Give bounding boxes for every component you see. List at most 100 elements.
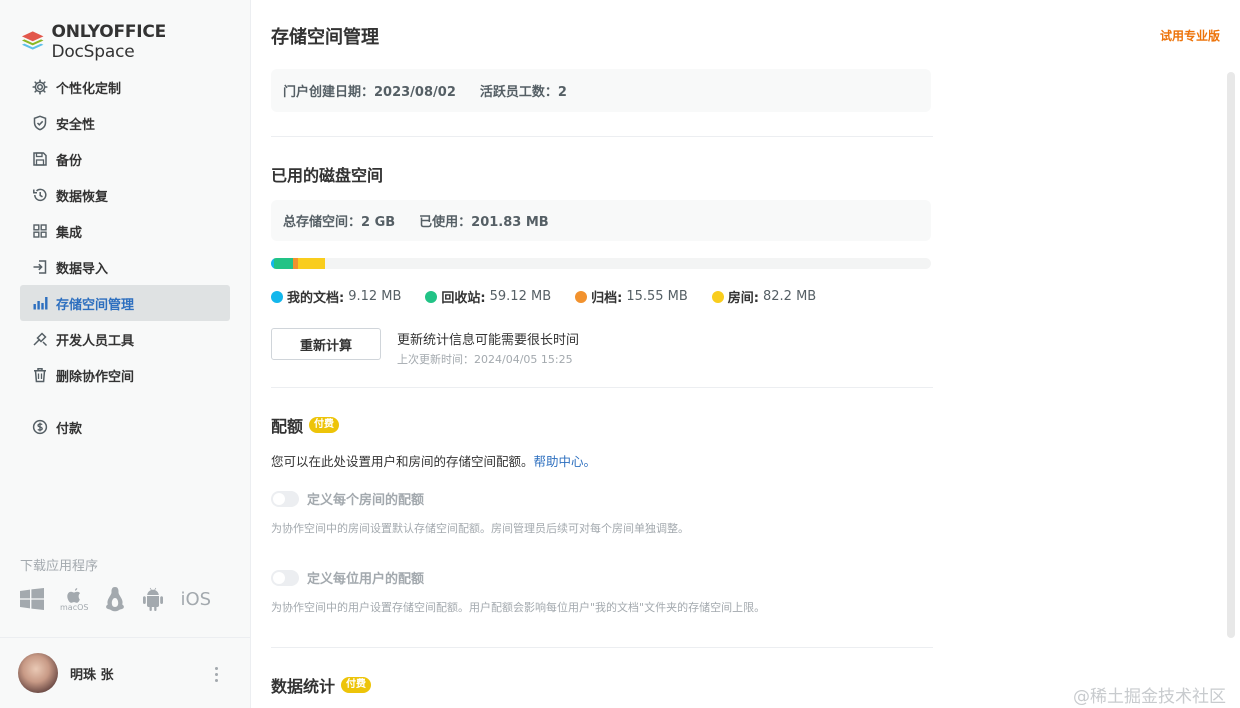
quota-title: 配额 付费 [271,413,340,437]
ios-label: iOS [180,588,212,610]
dollar-icon [31,418,49,436]
developer-tools-icon [31,330,49,348]
more-options-icon[interactable] [212,665,220,685]
ios-icon[interactable]: iOS [180,589,211,610]
room-quota-setting: 定义每个房间的配额 [271,489,424,508]
divider [271,647,933,648]
statistics-title: 数据统计 付费 [271,673,372,697]
user-quota-label: 定义每位用户的配额 [307,572,425,587]
sidebar-item-payments[interactable]: 付款 [20,409,230,445]
settings-nav: 个性化定制 安全性 备份 数据恢复 集成 数据导入 存储空间管理 开发人员工具 … [20,69,230,445]
legend-dot [711,290,724,303]
total-storage: 总存储空间：2 GB [283,215,396,230]
disk-usage-title: 已用的磁盘空间 [271,166,384,185]
sidebar-item-label: 数据导入 [56,261,109,277]
paid-badge: 付费 [309,417,340,433]
quota-description: 您可以在此处设置用户和房间的存储空间配额。帮助中心。 [271,454,597,469]
sidebar-item-label: 个性化定制 [56,81,122,97]
user-name: 明珠 张 [70,667,114,683]
sidebar-item-integration[interactable]: 集成 [20,213,230,249]
sidebar-item-security[interactable]: 安全性 [20,105,230,141]
recalc-note: 更新统计信息可能需要很长时间 [397,333,580,348]
legend-value: 82.2 MB [763,289,817,304]
import-icon [31,258,49,276]
storage-legend: 我的文档: 9.12 MB 回收站: 59.12 MB 归档: 15.55 MB 房间: 82… [271,287,840,306]
sidebar-item-label: 备份 [56,153,83,169]
user-quota-toggle[interactable] [271,569,299,586]
usage-segment [274,258,294,269]
user-quota-description: 为协作空间中的用户设置存储空间配额。用户配额会影响每位用户"我的文档"文件夹的存… [271,601,766,614]
help-center-link[interactable]: 帮助中心。 [534,454,597,469]
legend-item: 归档: 15.55 MB [575,287,688,306]
sidebar-item-storage-management[interactable]: 存储空间管理 [20,285,230,321]
paid-badge: 付费 [341,677,372,693]
sidebar: ONLYOFFICE DocSpace 个性化定制 安全性 备份 数据恢复 集成… [0,0,251,708]
sidebar-item-backup[interactable]: 备份 [20,141,230,177]
sidebar-item-delete-space[interactable]: 删除协作空间 [20,357,230,393]
divider [271,387,933,388]
android-icon[interactable] [142,587,164,611]
legend-label: 归档: [591,291,623,306]
user-quota-setting: 定义每位用户的配额 [271,568,424,587]
sidebar-item-customization[interactable]: 个性化定制 [20,69,230,105]
sidebar-item-label: 集成 [56,225,83,241]
legend-label: 我的文档: [287,291,345,306]
restore-icon [31,186,49,204]
legend-value: 59.12 MB [489,289,552,304]
logo[interactable]: ONLYOFFICE DocSpace [20,22,250,62]
legend-item: 房间: 82.2 MB [711,287,817,306]
legend-item: 我的文档: 9.12 MB [271,287,401,306]
sidebar-item-data-import[interactable]: 数据导入 [20,249,230,285]
legend-value: 9.12 MB [348,289,402,304]
scrollbar[interactable] [1227,72,1235,638]
trash-icon [31,366,49,384]
legend-dot [575,290,588,303]
avatar[interactable] [18,653,58,693]
usage-segment [298,258,325,269]
logo-product: DocSpace [51,42,135,62]
legend-dot [271,290,283,303]
download-apps-title: 下载应用程序 [20,559,99,574]
divider [271,136,933,137]
sidebar-item-restore[interactable]: 数据恢复 [20,177,230,213]
save-icon [31,150,49,168]
trial-link[interactable]: 试用专业版 [1160,27,1220,44]
recalculate-button[interactable]: 重新计算 [271,328,381,360]
macos-label: macOS [60,602,89,612]
page-title: 存储空间管理 [271,27,379,48]
profile[interactable]: 明珠 张 [0,637,250,708]
legend-label: 回收站: [441,291,486,306]
used-storage: 已使用：201.83 MB [419,215,549,230]
last-update-time: 上次更新时间：2024/04/05 15:25 [397,353,573,366]
linux-icon[interactable] [104,586,126,612]
sidebar-item-label: 数据恢复 [56,189,109,205]
room-quota-toggle[interactable] [271,490,299,507]
sidebar-item-developer-tools[interactable]: 开发人员工具 [20,321,230,357]
sidebar-item-label: 开发人员工具 [56,333,135,349]
windows-icon[interactable] [20,588,44,610]
storage-usage-bar [271,258,931,269]
gear-icon [31,78,49,96]
app-window: ONLYOFFICE DocSpace 个性化定制 安全性 备份 数据恢复 集成… [0,0,1240,708]
legend-value: 15.55 MB [626,289,688,304]
portal-info-box: 门户创建日期：2023/08/02 活跃员工数：2 [271,69,931,112]
recalc-info: 更新统计信息可能需要很长时间 上次更新时间：2024/04/05 15:25 [397,329,579,367]
bar-chart-icon [31,294,49,312]
macos-icon[interactable]: macOS [60,587,88,612]
watermark: @稀土掘金技术社区 [1073,687,1226,707]
logo-brand: ONLYOFFICE [51,22,167,42]
download-apps: 下载应用程序 macOS iOS [20,555,211,612]
legend-dot [425,290,438,303]
sidebar-item-label: 存储空间管理 [56,297,135,313]
sidebar-item-label: 付款 [56,421,83,437]
shield-icon [31,114,49,132]
legend-item: 回收站: 59.12 MB [425,287,551,306]
room-quota-description: 为协作空间中的房间设置默认存储空间配额。房间管理员后续可对每个房间单独调整。 [271,522,689,535]
active-users-count: 活跃员工数：2 [479,85,567,100]
legend-label: 房间: [727,291,759,306]
onlyoffice-logo-icon [21,31,44,50]
sidebar-item-label: 安全性 [56,117,96,133]
grid-icon [31,222,49,240]
sidebar-item-label: 删除协作空间 [56,369,135,385]
storage-info-box: 总存储空间：2 GB 已使用：201.83 MB [271,200,931,241]
